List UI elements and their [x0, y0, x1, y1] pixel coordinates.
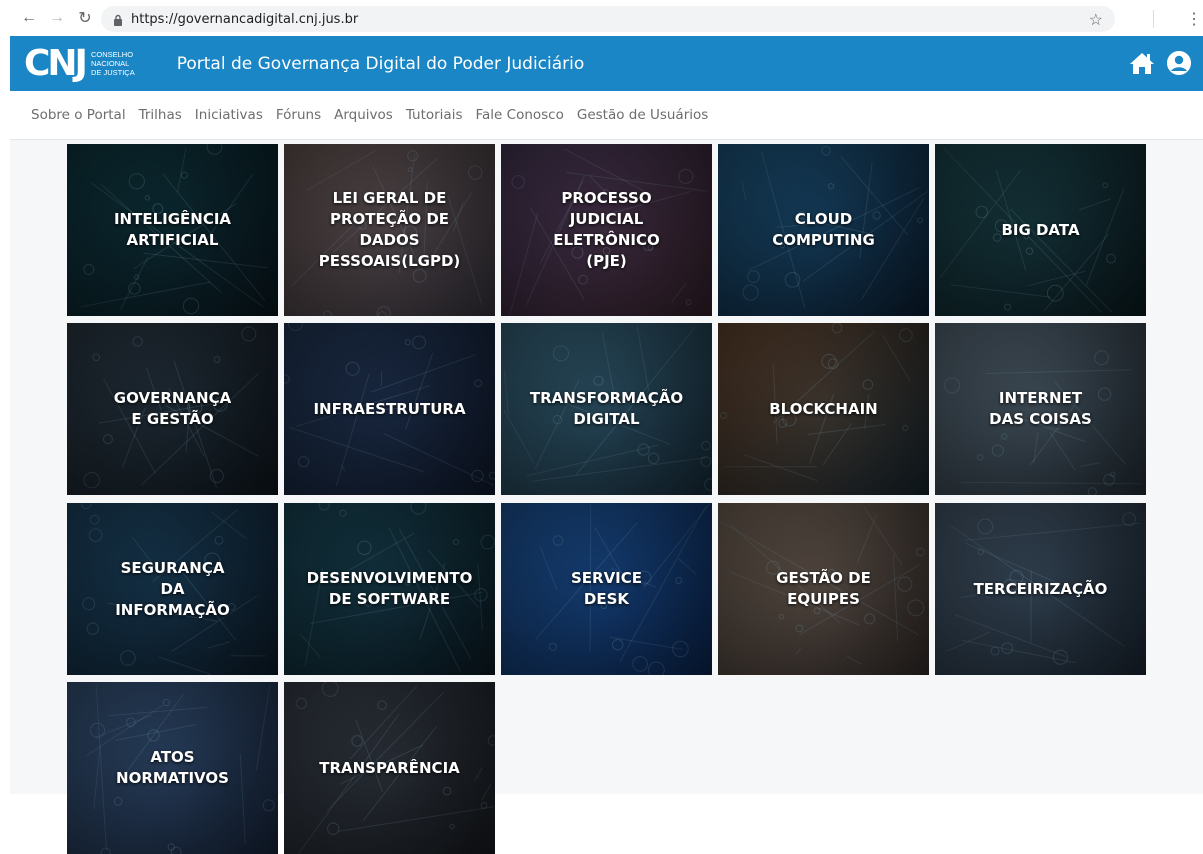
topic-tile-label: SERVICE DESK: [561, 568, 652, 610]
topic-tile[interactable]: TRANSFORMAÇÃO DIGITAL: [501, 323, 712, 495]
topic-tile-label: INFRAESTRUTURA: [303, 399, 475, 420]
lock-icon: [113, 13, 123, 25]
menu-item[interactable]: Iniciativas: [195, 107, 263, 123]
topic-tile-label: SEGURANÇA DA INFORMAÇÃO: [105, 558, 240, 621]
topic-tile-label: TRANSFORMAÇÃO DIGITAL: [520, 388, 693, 430]
topic-tile[interactable]: BLOCKCHAIN: [718, 323, 929, 495]
topic-tile-label: INTERNET DAS COISAS: [979, 388, 1102, 430]
topic-tile[interactable]: DESENVOLVIMENTO DE SOFTWARE: [284, 503, 495, 675]
topic-tile-label: ATOS NORMATIVOS: [106, 747, 239, 789]
topic-tile-label: TERCEIRIZAÇÃO: [964, 579, 1118, 600]
topic-tile[interactable]: INTERNET DAS COISAS: [935, 323, 1146, 495]
topic-tile-label: BIG DATA: [991, 220, 1089, 241]
menu-item[interactable]: Fale Conosco: [476, 107, 564, 123]
menu-item[interactable]: Arquivos: [334, 107, 393, 123]
logo-line: de Justiça: [91, 68, 135, 77]
home-icon[interactable]: [1129, 50, 1155, 76]
topic-tile[interactable]: LEI GERAL DE PROTEÇÃO DE DADOS PESSOAIS(…: [284, 144, 495, 316]
topic-tile[interactable]: TRANSPARÊNCIA: [284, 682, 495, 854]
reload-icon[interactable]: ↻: [74, 7, 96, 29]
browser-toolbar: ← → ↻ https://governancadigital.cnj.jus.…: [0, 0, 1203, 36]
topic-tile-label: GESTÃO DE EQUIPES: [766, 568, 881, 610]
topic-tile-label: LEI GERAL DE PROTEÇÃO DE DADOS PESSOAIS(…: [309, 188, 471, 272]
forward-arrow-icon[interactable]: →: [46, 7, 68, 29]
topic-tile[interactable]: GESTÃO DE EQUIPES: [718, 503, 929, 675]
star-icon[interactable]: ☆: [1089, 10, 1103, 30]
cnj-logo[interactable]: CNJ Conselho Nacional de Justiça: [24, 46, 135, 82]
logo-mark: CNJ: [24, 46, 85, 82]
topic-tile[interactable]: GOVERNANÇA E GESTÃO: [67, 323, 278, 495]
topic-tile-label: DESENVOLVIMENTO DE SOFTWARE: [297, 568, 483, 610]
topic-tile[interactable]: INTELIGÊNCIA ARTIFICIAL: [67, 144, 278, 316]
topic-tile-label: INTELIGÊNCIA ARTIFICIAL: [104, 209, 241, 251]
topic-tile-label: CLOUD COMPUTING: [762, 209, 885, 251]
logo-line: Conselho: [91, 50, 135, 59]
kebab-menu-icon[interactable]: ⋮: [1186, 9, 1202, 29]
toolbar-divider: [1153, 10, 1154, 28]
topic-tile[interactable]: BIG DATA: [935, 144, 1146, 316]
menu-item[interactable]: Trilhas: [139, 107, 182, 123]
topic-tile-label: BLOCKCHAIN: [759, 399, 887, 420]
topic-tile[interactable]: SERVICE DESK: [501, 503, 712, 675]
site-header: CNJ Conselho Nacional de Justiça Portal …: [10, 36, 1203, 91]
main-menu: Sobre o Portal Trilhas Iniciativas Fóruns Ar…: [10, 91, 1203, 140]
user-icon[interactable]: [1167, 51, 1191, 75]
menu-item[interactable]: Tutoriais: [406, 107, 463, 123]
menu-item[interactable]: Gestão de Usuários: [577, 107, 708, 123]
logo-line: Nacional: [91, 59, 135, 68]
menu-item[interactable]: Fóruns: [276, 107, 321, 123]
topic-tile[interactable]: TERCEIRIZAÇÃO: [935, 503, 1146, 675]
menu-item[interactable]: Sobre o Portal: [31, 107, 126, 123]
topics-grid: INTELIGÊNCIA ARTIFICIAL LEI GERAL DE PROT…: [10, 140, 1203, 794]
portal-title: Portal de Governança Digital do Poder Ju…: [177, 54, 585, 74]
topic-tile-label: GOVERNANÇA E GESTÃO: [104, 388, 241, 430]
topic-tile[interactable]: SEGURANÇA DA INFORMAÇÃO: [67, 503, 278, 675]
address-bar[interactable]: https://governancadigital.cnj.jus.br ☆: [101, 6, 1115, 32]
topic-tile[interactable]: ATOS NORMATIVOS: [67, 682, 278, 854]
back-arrow-icon[interactable]: ←: [18, 7, 40, 29]
url-text[interactable]: https://governancadigital.cnj.jus.br: [131, 12, 358, 27]
logo-text: Conselho Nacional de Justiça: [91, 50, 135, 77]
topic-tile-label: TRANSPARÊNCIA: [309, 758, 470, 779]
topic-tile[interactable]: PROCESSO JUDICIAL ELETRÔNICO (PJE): [501, 144, 712, 316]
topic-tile[interactable]: CLOUD COMPUTING: [718, 144, 929, 316]
topic-tile-label: PROCESSO JUDICIAL ELETRÔNICO (PJE): [543, 188, 669, 272]
topic-tile[interactable]: INFRAESTRUTURA: [284, 323, 495, 495]
